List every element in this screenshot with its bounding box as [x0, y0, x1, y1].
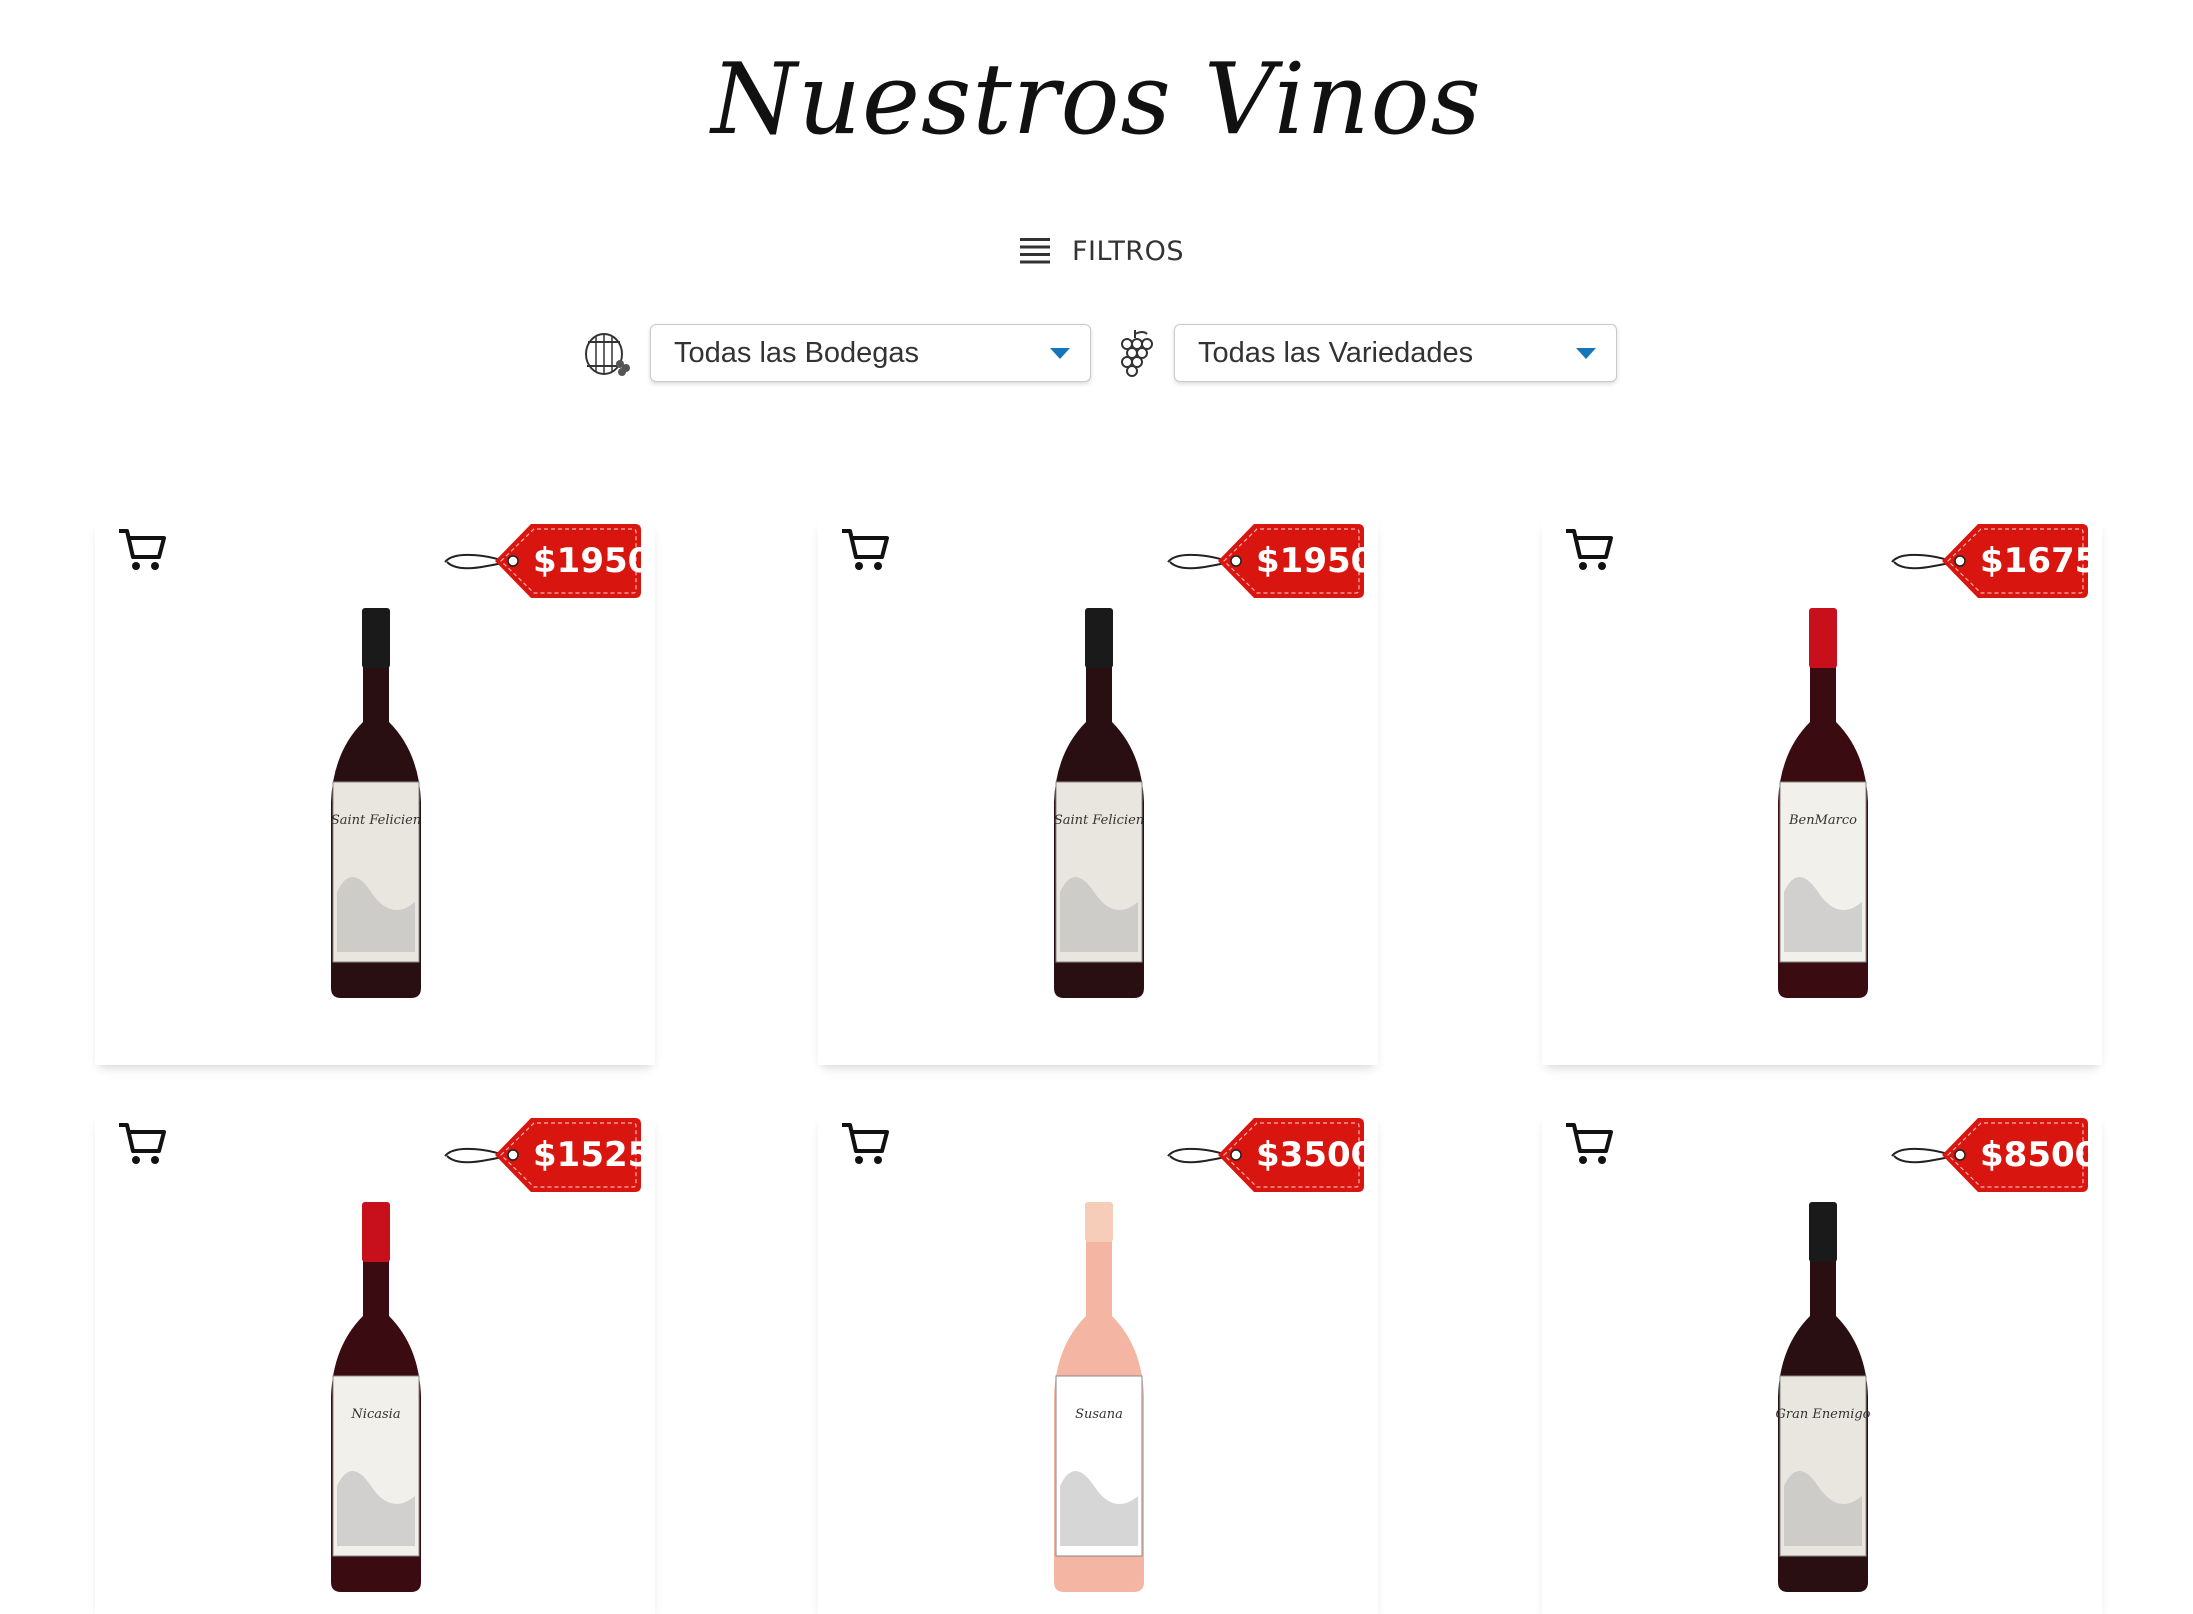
bodegas-select[interactable]: Todas las Bodegas: [650, 324, 1091, 382]
price-tag: $1675: [1890, 518, 2099, 604]
price-tag: $1525: [443, 1112, 652, 1198]
price-label: $3500: [1256, 1135, 1375, 1175]
svg-text:Gran Enemigo: Gran Enemigo: [1775, 1407, 1870, 1422]
add-to-cart-icon[interactable]: [840, 1121, 890, 1172]
svg-text:Saint Felicien: Saint Felicien: [1054, 813, 1144, 828]
price-label: $1950: [1256, 541, 1375, 581]
wine-bottle-image[interactable]: Saint Felicien: [321, 602, 431, 1007]
add-to-cart-icon[interactable]: [117, 527, 167, 578]
price-tag: $1950: [443, 518, 652, 604]
menu-icon: [1020, 238, 1050, 264]
wine-bottle-image[interactable]: Nicasia: [321, 1196, 431, 1601]
svg-text:BenMarco: BenMarco: [1788, 813, 1857, 828]
barrel-icon: [585, 333, 630, 376]
price-label: $8500: [1980, 1135, 2099, 1175]
add-to-cart-icon[interactable]: [1564, 527, 1614, 578]
add-to-cart-icon[interactable]: [1564, 1121, 1614, 1172]
chevron-down-icon: [1576, 348, 1596, 359]
wine-bottle-image[interactable]: Gran Enemigo: [1768, 1196, 1878, 1601]
grapes-icon: [1121, 330, 1153, 377]
svg-text:Saint Felicien: Saint Felicien: [331, 813, 421, 828]
add-to-cart-icon[interactable]: [117, 1121, 167, 1172]
price-label: $1950: [533, 541, 652, 581]
price-tag: $3500: [1166, 1112, 1375, 1198]
variedades-selected-value: Todas las Variedades: [1198, 336, 1474, 369]
wine-bottle-image[interactable]: Saint Felicien: [1044, 602, 1154, 1007]
chevron-down-icon: [1050, 348, 1070, 359]
filters-toggle-button[interactable]: FILTROS: [1020, 228, 1184, 274]
wine-bottle-image[interactable]: BenMarco: [1768, 602, 1878, 1007]
page-title: Nuestros Vinos: [711, 43, 1482, 157]
price-tag: $8500: [1890, 1112, 2099, 1198]
wine-bottle-image[interactable]: Susana: [1044, 1196, 1154, 1601]
price-label: $1675: [1980, 541, 2099, 581]
filters-label: FILTROS: [1072, 235, 1184, 267]
price-tag: $1950: [1166, 518, 1375, 604]
variedades-select[interactable]: Todas las Variedades: [1174, 324, 1617, 382]
svg-text:Susana: Susana: [1075, 1407, 1123, 1422]
price-label: $1525: [533, 1135, 652, 1175]
bodegas-selected-value: Todas las Bodegas: [674, 336, 920, 369]
svg-text:Nicasia: Nicasia: [350, 1407, 400, 1422]
add-to-cart-icon[interactable]: [840, 527, 890, 578]
